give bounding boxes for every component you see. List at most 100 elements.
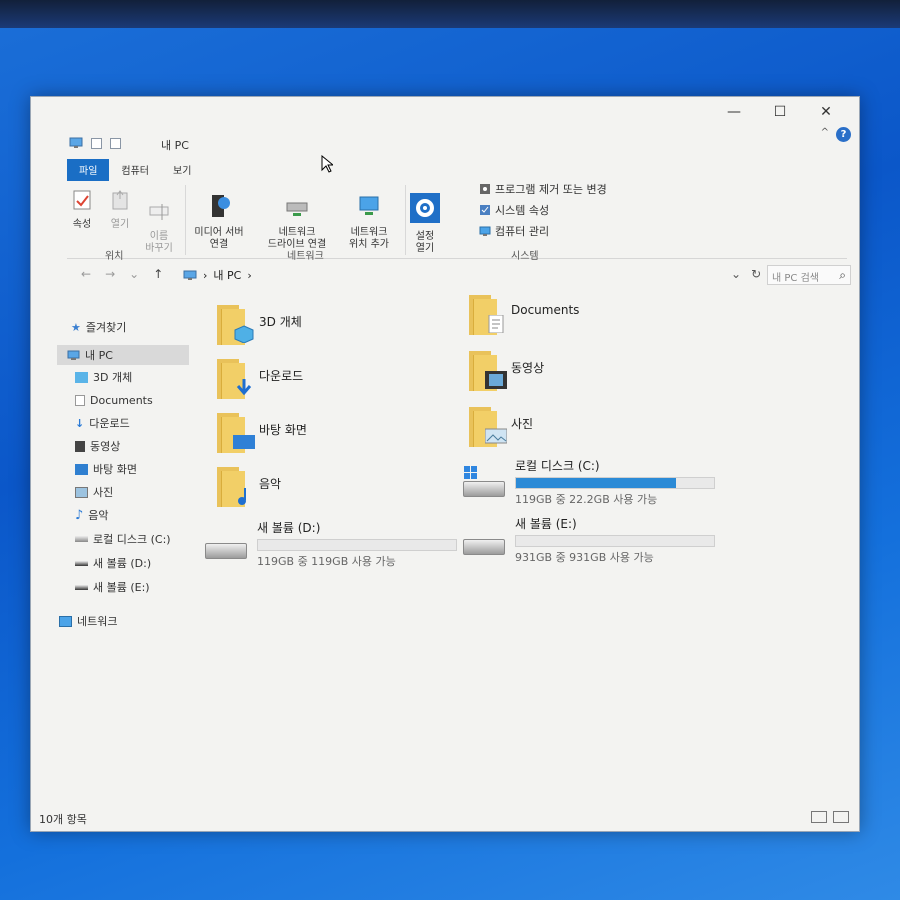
desktop-icon bbox=[233, 435, 255, 449]
drive-usage-bar bbox=[515, 477, 715, 489]
rename-button[interactable]: 이름 바꾸기 bbox=[139, 189, 179, 267]
breadcrumb-this-pc[interactable]: 내 PC bbox=[213, 267, 241, 283]
ribbon-collapse-icon[interactable]: ^ bbox=[821, 127, 829, 138]
folder-desktop[interactable]: 바탕 화면 bbox=[217, 413, 307, 453]
folder-icon bbox=[469, 295, 504, 335]
drive-c-tile[interactable]: 로컬 디스크 (C:) 119GB 중 22.2GB 사용 가능 bbox=[463, 457, 715, 507]
folder-music[interactable]: 음악 bbox=[217, 467, 281, 507]
folder-label: Documents bbox=[511, 303, 580, 317]
network-drive-icon bbox=[286, 202, 308, 216]
folder-label: 다운로드 bbox=[259, 369, 304, 383]
drive-d-tile[interactable]: 새 볼륨 (D:) 119GB 중 119GB 사용 가능 bbox=[205, 519, 457, 569]
folder-label: 사진 bbox=[511, 417, 534, 431]
nav-item-drive-e[interactable]: 새 볼륨 (E:) bbox=[75, 577, 150, 597]
new-folder-quick-icon[interactable] bbox=[110, 137, 121, 149]
open-button[interactable]: 열기 bbox=[105, 189, 135, 231]
drive-name: 로컬 디스크 (C:) bbox=[515, 459, 600, 473]
recent-dropdown-icon[interactable]: ⌄ bbox=[129, 267, 139, 281]
nav-quick-access-label: 즐겨찾기 bbox=[85, 321, 127, 334]
nav-item-music[interactable]: ♪ 음악 bbox=[75, 505, 109, 525]
folder-videos[interactable]: 동영상 bbox=[469, 351, 544, 391]
open-settings-button[interactable]: 설정 열기 bbox=[407, 181, 443, 267]
uninstall-program-label: 프로그램 제거 또는 변경 bbox=[495, 183, 607, 196]
properties-quick-icon[interactable] bbox=[91, 137, 102, 149]
properties-button[interactable]: 속성 bbox=[67, 189, 97, 231]
gear-icon bbox=[410, 193, 440, 223]
address-actions: ⌄ ↻ bbox=[731, 267, 761, 281]
nav-item-drive-c[interactable]: 로컬 디스크 (C:) bbox=[75, 529, 171, 549]
address-row: ← → ⌄ ↑ › 내 PC › ⌄ ↻ 내 PC 검색 ⌕ bbox=[67, 263, 853, 287]
rename-icon bbox=[149, 204, 169, 220]
film-icon bbox=[485, 371, 507, 389]
uninstall-program-button[interactable]: 프로그램 제거 또는 변경 bbox=[479, 181, 607, 197]
large-icons-view-icon[interactable] bbox=[833, 811, 849, 823]
computer-icon bbox=[67, 350, 80, 360]
tab-computer[interactable]: 컴퓨터 bbox=[109, 159, 161, 181]
address-dropdown-icon[interactable]: ⌄ bbox=[731, 267, 741, 281]
nav-item-label: 음악 bbox=[88, 509, 109, 522]
nav-network-label: 네트워크 bbox=[77, 615, 118, 628]
up-button[interactable]: ↑ bbox=[153, 267, 163, 281]
drive-usage-bar bbox=[515, 535, 715, 547]
drive-usage-fill bbox=[516, 478, 677, 488]
nav-item-documents[interactable]: Documents bbox=[75, 390, 153, 410]
nav-item-drive-d[interactable]: 새 볼륨 (D:) bbox=[75, 553, 151, 573]
nav-this-pc[interactable]: 내 PC bbox=[57, 345, 189, 365]
system-properties-label: 시스템 속성 bbox=[495, 204, 550, 217]
nav-item-3d-objects[interactable]: 3D 개체 bbox=[75, 367, 132, 387]
nav-item-videos[interactable]: 동영상 bbox=[75, 436, 120, 456]
tab-file[interactable]: 파일 bbox=[67, 159, 110, 181]
status-bar: 10개 항목 bbox=[31, 805, 859, 831]
maximize-button[interactable]: ☐ bbox=[757, 99, 803, 125]
system-properties-button[interactable]: 시스템 속성 bbox=[479, 202, 549, 218]
forward-button[interactable]: → bbox=[105, 267, 115, 281]
star-icon: ★ bbox=[71, 320, 81, 334]
download-arrow-icon bbox=[236, 379, 252, 396]
item-count: 10개 항목 bbox=[39, 813, 87, 826]
folder-icon bbox=[469, 351, 507, 391]
drive-e-tile[interactable]: 새 볼륨 (E:) 931GB 중 931GB 사용 가능 bbox=[463, 515, 715, 565]
nav-network[interactable]: 네트워크 bbox=[59, 611, 117, 631]
quick-access-toolbar bbox=[69, 137, 121, 149]
close-button[interactable]: ✕ bbox=[803, 99, 849, 125]
folder-pictures[interactable]: 사진 bbox=[469, 407, 533, 447]
folder-icon bbox=[217, 413, 255, 453]
nav-item-label: 새 볼륨 (E:) bbox=[93, 581, 150, 594]
details-view-icon[interactable] bbox=[811, 811, 827, 823]
ribbon-separator bbox=[405, 185, 406, 255]
folder-label: 동영상 bbox=[511, 361, 545, 375]
view-toggle bbox=[811, 811, 849, 823]
media-server-icon bbox=[212, 195, 230, 217]
breadcrumb-separator: › bbox=[203, 268, 208, 282]
desktop-icon bbox=[75, 463, 88, 475]
nav-quick-access[interactable]: ★ 즐겨찾기 bbox=[71, 317, 126, 337]
back-button[interactable]: ← bbox=[81, 267, 91, 281]
computer-management-label: 컴퓨터 관리 bbox=[495, 225, 550, 238]
folder-documents[interactable]: Documents bbox=[469, 295, 579, 335]
media-server-button[interactable]: 미디어 서버 연결 bbox=[187, 181, 251, 263]
tab-view[interactable]: 보기 bbox=[161, 159, 203, 181]
nav-item-label: 새 볼륨 (D:) bbox=[93, 557, 152, 570]
address-bar[interactable]: › 내 PC › bbox=[177, 265, 737, 285]
folder-downloads[interactable]: 다운로드 bbox=[217, 359, 303, 399]
properties-label: 속성 bbox=[72, 219, 92, 230]
nav-item-downloads[interactable]: ↓ 다운로드 bbox=[75, 413, 130, 433]
refresh-icon[interactable]: ↻ bbox=[751, 267, 761, 281]
computer-management-button[interactable]: 컴퓨터 관리 bbox=[479, 223, 549, 239]
help-icon[interactable]: ? bbox=[836, 127, 851, 142]
window-controls: — ☐ ✕ bbox=[711, 99, 849, 125]
add-network-location-label: 네트워크 위치 추가 bbox=[349, 227, 389, 250]
minimize-button[interactable]: — bbox=[711, 99, 757, 125]
add-network-location-button[interactable]: 네트워크 위치 추가 bbox=[337, 181, 401, 263]
nav-item-pictures[interactable]: 사진 bbox=[75, 482, 113, 502]
nav-item-label: 바탕 화면 bbox=[93, 463, 137, 476]
monitor-bezel-top bbox=[0, 0, 900, 28]
windows-drive-icon bbox=[463, 466, 505, 497]
search-input[interactable]: 내 PC 검색 ⌕ bbox=[767, 265, 851, 285]
folder-icon bbox=[217, 305, 254, 345]
nav-item-desktop[interactable]: 바탕 화면 bbox=[75, 459, 137, 479]
cube-icon bbox=[75, 371, 88, 383]
system-properties-icon bbox=[480, 205, 490, 215]
computer-icon bbox=[183, 270, 197, 280]
folder-3d-objects[interactable]: 3D 개체 bbox=[217, 305, 302, 345]
